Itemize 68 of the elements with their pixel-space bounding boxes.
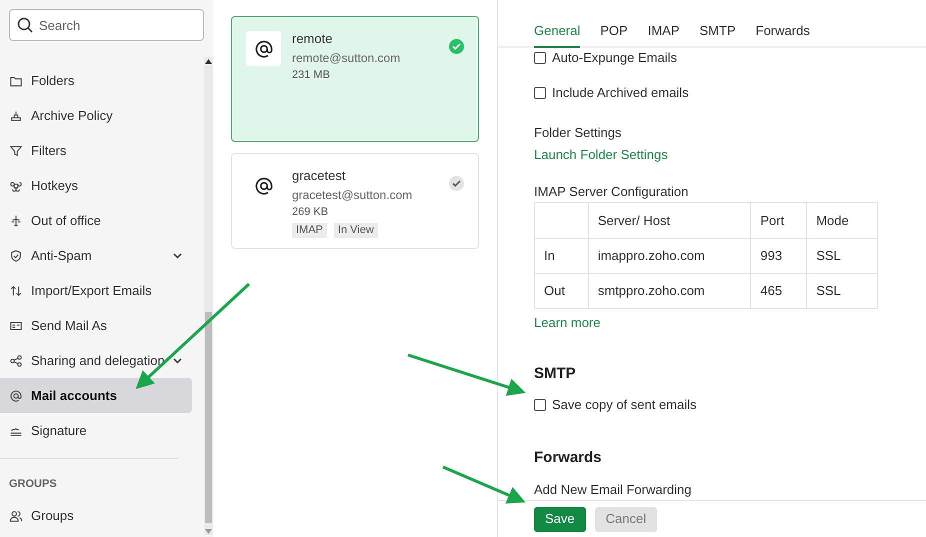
search-icon [17,17,33,33]
section-heading: SMTP [534,365,577,383]
tray-icon [9,108,23,122]
table-cell: Out [544,283,565,298]
table-cell: In [544,248,555,264]
tab[interactable]: IMAP [648,20,680,48]
section-heading: GROUPS [8,477,58,492]
sidebar-item[interactable]: Out of office [0,203,192,238]
sidebar-item[interactable]: Send Mail As [0,308,192,343]
tag: In View [334,223,378,238]
sidebar-item[interactable]: Signature [0,413,192,448]
launch-folder-settings-link[interactable]: Launch Folder Settings [534,147,668,163]
section-label: Add New Email Forwarding [534,482,693,498]
scrollbar-thumb[interactable] [204,312,212,523]
chevron-down-icon [172,252,182,258]
sidebar-item[interactable]: Anti-Spam [0,238,192,273]
account-name: remote [292,31,334,47]
at-sign-icon [254,176,272,194]
column-header: Port [760,212,784,228]
at-sign-icon [254,40,272,58]
table-cell: 993 [760,248,782,264]
tag: IMAP [292,223,327,238]
section-label: IMAP Server Configuration [534,184,690,200]
account-email: gracetest@sutton.com [292,187,414,204]
checkbox[interactable]: Save copy of sent emails [534,397,926,413]
arrow-up-icon [204,59,212,64]
column-header: Server/ Host [598,212,670,228]
section-label: Folder Settings [534,125,622,141]
account-size: 231 MB [292,68,331,83]
table-cell: imappro.zoho.com [598,248,705,264]
sidebar-item[interactable]: Mail accounts [0,378,192,413]
checkbox[interactable]: Include Archived emails [534,85,926,101]
save-button[interactable]: Save [534,506,586,532]
tab[interactable]: POP [600,20,628,48]
shield-icon [9,248,23,262]
learn-more-link[interactable]: Learn more [534,315,600,331]
sidebar-item[interactable]: Sharing and delegation [0,343,192,378]
check-icon [449,176,464,191]
account-name: gracetest [292,168,346,184]
filter-icon [9,144,23,158]
account-size: 269 KB [292,205,330,220]
column-header: Mode [816,212,849,228]
people-icon [9,509,23,523]
check-icon [449,39,464,54]
chevron-down-icon [172,358,182,364]
table-cell: 465 [760,283,782,298]
table-cell: SSL [816,248,841,264]
section-heading: Forwards [534,449,603,467]
sidebar-item[interactable]: Import/Export Emails [0,273,192,308]
tab[interactable]: General [534,20,580,48]
sidebar-item[interactable]: Filters [0,133,192,168]
account-card[interactable]: gracetest gracetest@sutton.com 269 KB IMAP In View [231,153,479,249]
checkbox[interactable]: Auto-Expunge Emails [534,50,926,66]
account-card[interactable]: remote remote@sutton.com 231 MB [231,16,479,142]
arrows-icon [9,284,23,298]
tab[interactable]: Forwards [756,20,810,48]
table-cell: SSL [816,283,841,298]
sidebar-item[interactable]: Folders [0,63,192,98]
sidebar-item[interactable]: Archive Policy [0,98,192,133]
table-cell: smtppro.zoho.com [598,283,705,298]
tab[interactable]: SMTP [700,20,736,48]
sidebar-item[interactable]: Hotkeys [0,168,192,203]
search-field[interactable]: Search [9,9,204,41]
sidebar-item[interactable]: Groups [0,498,192,534]
arrow-down-icon [204,529,212,534]
share-icon [9,354,23,368]
at-sign-icon [9,388,23,402]
account-email: remote@sutton.com [292,50,402,67]
